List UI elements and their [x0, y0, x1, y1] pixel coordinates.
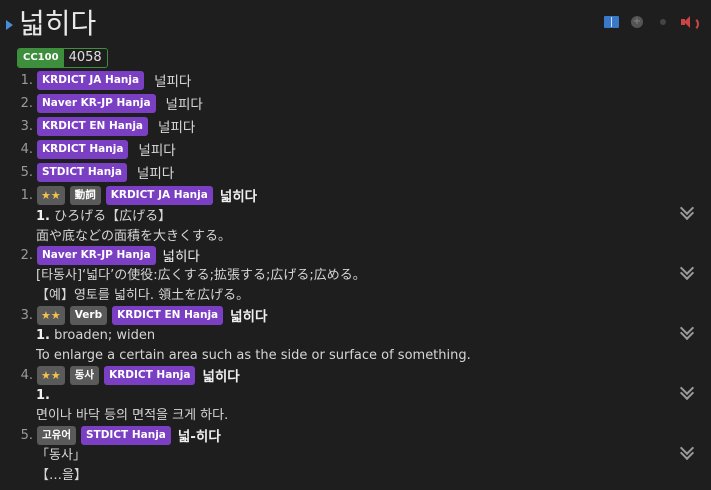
- chevron-down-icon[interactable]: [679, 200, 695, 221]
- dictionary-tag[interactable]: STDICT Hanja: [37, 162, 127, 182]
- header: 넓히다 +: [0, 6, 711, 42]
- toolbar-icons: +: [603, 14, 699, 31]
- reading-text: 널피다: [138, 143, 176, 159]
- reading-text: 널피다: [136, 166, 175, 182]
- list-number: 3.: [20, 307, 33, 323]
- definition-text: 【예】영토를 넓히다. 領土を広げる。: [36, 288, 250, 303]
- dot-icon[interactable]: [655, 14, 671, 30]
- headword-title: 넓히다: [19, 7, 97, 40]
- chevron-down-icon[interactable]: [679, 440, 695, 461]
- reading-row: 5. STDICT Hanja 널피다: [0, 162, 174, 182]
- definition-line: 「동사」: [36, 447, 86, 465]
- definition-headword: 넓히다: [219, 189, 258, 205]
- reading-row: 2. Naver KR-JP Hanja 널피다: [0, 93, 203, 113]
- definition-headword: 넓-히다: [177, 429, 221, 445]
- part-of-speech-tag[interactable]: 고유어: [37, 425, 76, 445]
- chevron-down-icon[interactable]: [679, 260, 695, 281]
- list-number: 4.: [20, 141, 33, 157]
- dictionary-tag[interactable]: KRDICT EN Hanja: [37, 116, 149, 136]
- definition-line: 【…을】: [36, 467, 87, 485]
- definition-header: 3. ★★ Verb KRDICT EN Hanja 넓히다: [0, 305, 267, 325]
- chevron-down-icon[interactable]: [679, 380, 695, 401]
- dictionary-tag[interactable]: KRDICT Hanja: [104, 365, 196, 385]
- definition-headword: 넓히다: [202, 369, 240, 385]
- definition-line: 1. ひろげる【広げる】: [36, 208, 171, 226]
- definition-header: 5. 고유어 STDICT Hanja 넓-히다: [0, 425, 221, 445]
- dictionary-tag[interactable]: KRDICT JA Hanja: [105, 185, 213, 205]
- dictionary-tag[interactable]: Naver KR-JP Hanja: [37, 93, 156, 113]
- dictionary-tag[interactable]: KRDICT JA Hanja: [37, 70, 145, 90]
- reading-row: 3. KRDICT EN Hanja 널피다: [0, 116, 195, 136]
- definition-line: 【예】영토를 넓히다. 領土を広げる。: [36, 287, 249, 305]
- add-icon[interactable]: +: [629, 14, 645, 30]
- definition-line: To enlarge a certain area such as the si…: [36, 347, 471, 365]
- list-number: 2.: [20, 247, 33, 263]
- book-icon[interactable]: [603, 14, 619, 30]
- list-number: 5.: [20, 164, 33, 180]
- definition-header: 1. ★★ 動詞 KRDICT JA Hanja 넓히다: [0, 185, 257, 205]
- definition-line: [타동사]‘넓다’の使役:広くする;拡張する;広げる;広める。: [36, 267, 366, 285]
- definition-line: 1. broaden; widen: [36, 327, 155, 345]
- dictionary-tag[interactable]: Naver KR-JP Hanja: [37, 245, 156, 265]
- definition-line: 면이나 바닥 등의 면적을 크게 하다.: [36, 407, 228, 425]
- reading-row: 4. KRDICT Hanja 널피다: [0, 139, 176, 159]
- expand-arrow-icon[interactable]: [6, 20, 13, 30]
- frequency-label: CC100: [18, 49, 64, 67]
- speaker-icon[interactable]: [681, 14, 699, 31]
- list-number: 2.: [20, 95, 33, 111]
- dictionary-tag[interactable]: KRDICT EN Hanja: [112, 305, 224, 325]
- definition-line: 1.: [36, 387, 50, 405]
- frequency-stars[interactable]: ★★: [37, 365, 65, 385]
- definition-header: 4. ★★ 동사 KRDICT Hanja 넓히다: [0, 365, 240, 385]
- definition-text: broaden; widen: [49, 328, 156, 343]
- list-number: 3.: [20, 118, 33, 134]
- sense-number: 1.: [36, 388, 50, 403]
- reading-text: 널피다: [158, 120, 196, 136]
- chevron-down-icon[interactable]: [679, 320, 695, 341]
- definition-line: 面や底などの面積を大きくする。: [36, 228, 231, 246]
- dictionary-tag[interactable]: KRDICT Hanja: [37, 139, 129, 159]
- list-number: 1.: [20, 72, 33, 88]
- list-number: 1.: [20, 187, 33, 203]
- frequency-stars[interactable]: ★★: [37, 185, 65, 205]
- definition-headword: 넓히다: [162, 249, 200, 265]
- definition-text: 「동사」: [36, 448, 86, 463]
- definition-text: To enlarge a certain area such as the si…: [36, 348, 471, 363]
- sense-number: 1.: [36, 328, 50, 343]
- list-number: 5.: [20, 427, 33, 443]
- definition-text: 面や底などの面積を大きくする。: [36, 229, 232, 244]
- sense-number: 1.: [36, 209, 50, 224]
- definition-text: 【…을】: [36, 468, 87, 483]
- definition-headword: 넓히다: [230, 309, 268, 325]
- part-of-speech-tag[interactable]: Verb: [69, 305, 108, 325]
- dictionary-tag[interactable]: STDICT Hanja: [80, 425, 171, 445]
- reading-row: 1. KRDICT JA Hanja 널피다: [0, 70, 191, 90]
- definition-header: 2. Naver KR-JP Hanja 넓히다: [0, 245, 200, 265]
- definition-text: ひろげる【広げる】: [49, 209, 172, 224]
- frequency-stars[interactable]: ★★: [37, 305, 65, 325]
- part-of-speech-tag[interactable]: 動詞: [69, 185, 101, 205]
- frequency-badge[interactable]: CC100 4058: [17, 48, 108, 68]
- definition-text: 면이나 바닥 등의 면적을 크게 하다.: [36, 408, 229, 423]
- reading-text: 널피다: [165, 97, 203, 113]
- frequency-value: 4058: [63, 49, 107, 67]
- list-number: 4.: [20, 367, 33, 383]
- definition-text: [타동사]‘넓다’の使役:広くする;拡張する;広げる;広める。: [36, 268, 366, 283]
- reading-text: 널피다: [154, 74, 192, 90]
- part-of-speech-tag[interactable]: 동사: [69, 365, 100, 385]
